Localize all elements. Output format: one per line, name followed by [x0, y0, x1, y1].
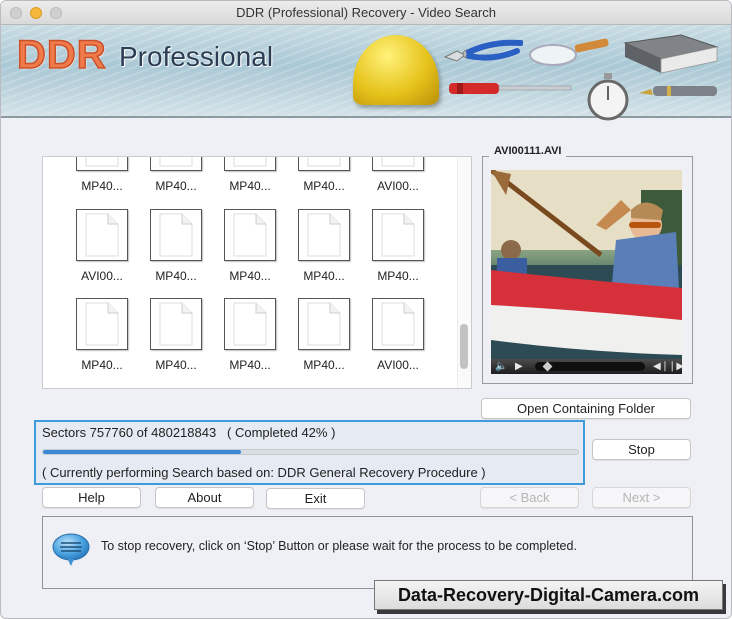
message-panel: To stop recovery, click on ‘Stop’ Button…	[42, 516, 693, 589]
file-item[interactable]: AVI00...	[67, 209, 137, 283]
generic-file-icon	[224, 157, 276, 171]
preview-filename: AVI00111.AVI	[489, 145, 567, 157]
recovered-files-grid[interactable]: MP40... MP40... MP40... MP40... AVI00... AVI0…	[42, 156, 472, 389]
file-item[interactable]: MP40...	[141, 298, 211, 372]
back-button[interactable]: < Back	[480, 487, 579, 508]
play-icon[interactable]: ▶	[515, 360, 523, 373]
minimize-window-button[interactable]	[30, 7, 42, 19]
generic-file-icon	[150, 209, 202, 261]
generic-file-icon	[150, 157, 202, 171]
speech-bubble-icon	[52, 533, 90, 566]
file-name: MP40...	[229, 358, 271, 372]
progress-panel: Sectors 757760 of 480218843 ( Completed …	[34, 420, 585, 485]
generic-file-icon	[224, 298, 276, 350]
file-name: AVI00...	[377, 358, 419, 372]
file-item[interactable]: AVI00...	[363, 298, 433, 372]
screwdriver-icon	[449, 83, 572, 94]
sectors-status: Sectors 757760 of 480218843 ( Completed …	[42, 425, 336, 440]
step-forward-icon[interactable]: ❘▶	[668, 360, 684, 373]
file-item[interactable]: MP40...	[215, 209, 285, 283]
file-item[interactable]: MP40...	[289, 157, 359, 193]
about-button[interactable]: About	[155, 487, 254, 508]
generic-file-icon	[372, 298, 424, 350]
file-item[interactable]: MP40...	[67, 157, 137, 193]
brand-logo: DDR	[16, 32, 107, 78]
generic-file-icon	[298, 298, 350, 350]
generic-file-icon	[372, 209, 424, 261]
stop-button[interactable]: Stop	[592, 439, 691, 460]
title-bar: DDR (Professional) Recovery - Video Sear…	[1, 1, 731, 25]
file-name: MP40...	[303, 358, 345, 372]
scrollbar-thumb[interactable]	[460, 324, 468, 369]
file-name: MP40...	[155, 358, 197, 372]
generic-file-icon	[224, 209, 276, 261]
window-title: DDR (Professional) Recovery - Video Sear…	[236, 5, 496, 20]
zoom-window-button[interactable]	[50, 7, 62, 19]
file-name: MP40...	[229, 269, 271, 283]
file-item[interactable]: MP40...	[289, 298, 359, 372]
video-seek-slider[interactable]	[535, 361, 645, 372]
file-item[interactable]: MP40...	[141, 157, 211, 193]
generic-file-icon	[76, 157, 128, 171]
header-banner: DDR Professional	[1, 25, 731, 121]
file-name: AVI00...	[81, 269, 123, 283]
exit-button[interactable]: Exit	[266, 488, 365, 509]
stopwatch-icon	[587, 73, 629, 121]
generic-file-icon	[76, 298, 128, 350]
pliers-icon	[443, 39, 523, 62]
file-name: MP40...	[303, 269, 345, 283]
file-name: MP40...	[377, 269, 419, 283]
next-button[interactable]: Next >	[592, 487, 691, 508]
app-window: DDR (Professional) Recovery - Video Sear…	[0, 0, 732, 619]
seek-knob[interactable]	[542, 361, 553, 372]
file-item[interactable]: MP40...	[67, 298, 137, 372]
progress-bar	[42, 449, 579, 455]
generic-file-icon	[298, 157, 350, 171]
file-name: AVI00...	[377, 179, 419, 193]
magnifier-icon	[529, 38, 609, 66]
volume-icon[interactable]: 🔈	[495, 360, 507, 373]
file-item[interactable]: MP40...	[141, 209, 211, 283]
open-containing-folder-button[interactable]: Open Containing Folder	[481, 398, 691, 419]
generic-file-icon	[298, 209, 350, 261]
close-window-button[interactable]	[10, 7, 22, 19]
file-name: MP40...	[155, 179, 197, 193]
product-name: Professional	[119, 41, 274, 72]
website-watermark: Data-Recovery-Digital-Camera.com	[374, 580, 723, 610]
file-name: MP40...	[81, 358, 123, 372]
video-controls: 🔈 ▶ ◀❘ ❘▶	[491, 359, 684, 374]
file-name: MP40...	[155, 269, 197, 283]
fountain-pen-icon	[639, 86, 717, 96]
file-item[interactable]: MP40...	[289, 209, 359, 283]
procedure-status: ( Currently performing Search based on: …	[42, 465, 486, 480]
generic-file-icon	[372, 157, 424, 171]
file-item[interactable]: MP40...	[363, 209, 433, 283]
file-item[interactable]: MP40...	[215, 157, 285, 193]
step-back-icon[interactable]: ◀❘	[653, 360, 669, 373]
file-name: MP40...	[229, 179, 271, 193]
video-frame-image	[491, 170, 682, 361]
file-grid-scrollbar[interactable]	[457, 157, 471, 388]
generic-file-icon	[150, 298, 202, 350]
file-item[interactable]: MP40...	[215, 298, 285, 372]
book-icon	[623, 34, 719, 74]
file-item[interactable]: AVI00...	[363, 157, 433, 193]
hard-hat-icon	[353, 35, 439, 105]
video-preview	[491, 170, 682, 361]
file-name: MP40...	[303, 179, 345, 193]
status-message: To stop recovery, click on ‘Stop’ Button…	[101, 539, 577, 553]
generic-file-icon	[76, 209, 128, 261]
help-button[interactable]: Help	[42, 487, 141, 508]
file-name: MP40...	[81, 179, 123, 193]
progress-bar-fill	[43, 450, 241, 454]
